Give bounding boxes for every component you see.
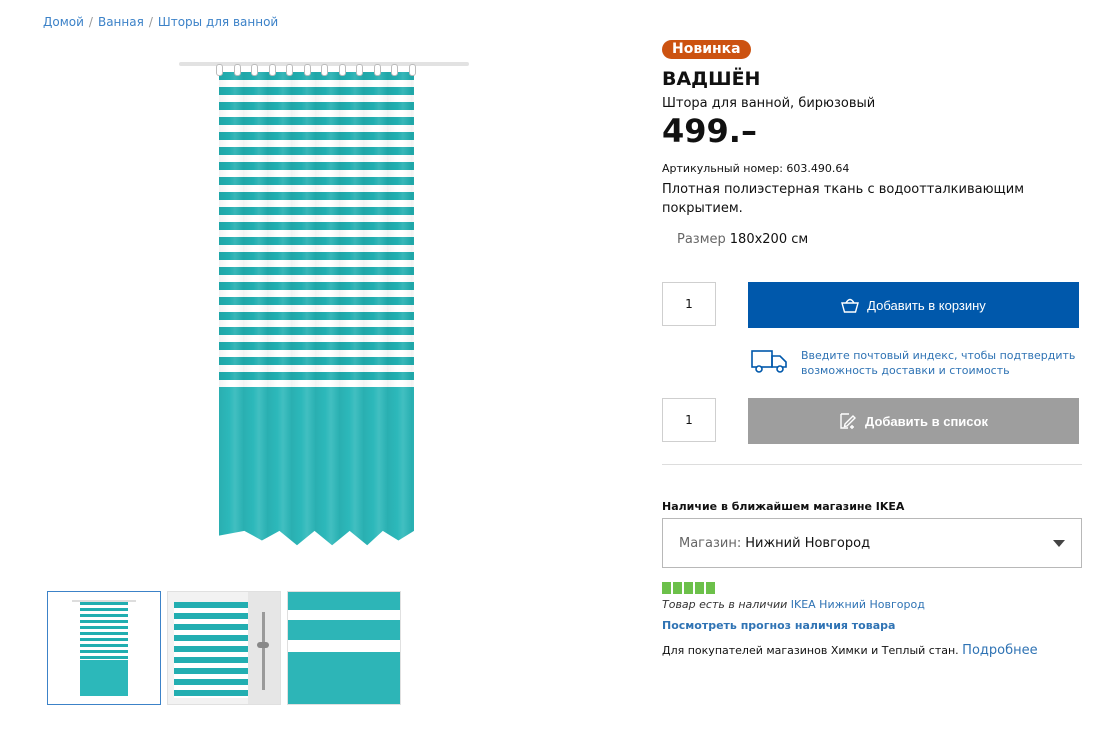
store-select-value: Нижний Новгород <box>745 535 871 551</box>
breadcrumb: Домой / Ванная / Шторы для ванной <box>43 15 278 29</box>
product-size: Размер 180x200 см <box>677 232 808 247</box>
availability-heading: Наличие в ближайшем магазине IKEA <box>662 500 905 513</box>
add-to-cart-label: Добавить в корзину <box>867 297 986 313</box>
breadcrumb-home[interactable]: Домой <box>43 15 84 29</box>
size-value: 180x200 см <box>729 232 809 247</box>
store-select[interactable]: Магазин: Нижний Новгород <box>662 518 1082 568</box>
stock-status: Товар есть в наличии IKEA Нижний Новгоро… <box>662 598 925 611</box>
buyers-note-text: Для покупателей магазинов Химки и Теплый… <box>662 644 959 657</box>
thumbnail-curtain-in-bathroom[interactable] <box>167 591 281 705</box>
product-price: 499.– <box>662 112 757 150</box>
availability-forecast-link[interactable]: Посмотреть прогноз наличия товара <box>662 619 895 632</box>
add-to-cart-button[interactable]: Добавить в корзину <box>748 282 1079 328</box>
curtain-rings <box>216 64 416 76</box>
stock-level-indicator <box>662 582 715 594</box>
thumbnail-fabric-closeup[interactable] <box>287 591 401 705</box>
store-select-label: Магазин: <box>679 535 742 551</box>
curtain-folds <box>219 72 414 546</box>
stock-store-link[interactable]: IKEA Нижний Новгород <box>791 598 925 611</box>
more-info-link[interactable]: Подробнее <box>962 643 1037 658</box>
stock-level-segment <box>673 582 682 594</box>
stock-level-segment <box>706 582 715 594</box>
delivery-text[interactable]: Введите почтовый индекс, чтобы подтверди… <box>801 348 1091 378</box>
edit-list-icon <box>839 412 857 430</box>
size-label: Размер <box>677 232 726 247</box>
new-badge: Новинка <box>662 40 751 59</box>
buyers-note: Для покупателей магазинов Химки и Теплый… <box>662 643 1038 658</box>
stock-level-segment <box>662 582 671 594</box>
thumbnail-curtain-front[interactable] <box>47 591 161 705</box>
cart-quantity-input[interactable]: 1 <box>662 282 716 326</box>
curtain-fabric <box>219 72 414 546</box>
list-quantity-input[interactable]: 1 <box>662 398 716 442</box>
delivery-info[interactable]: Введите почтовый индекс, чтобы подтверди… <box>751 348 1091 378</box>
product-description: Плотная полиэстерная ткань с водоотталки… <box>662 182 1025 216</box>
breadcrumb-bathroom[interactable]: Ванная <box>98 15 144 29</box>
stock-level-segment <box>695 582 704 594</box>
add-to-list-label: Добавить в список <box>865 413 988 429</box>
breadcrumb-separator: / <box>88 15 93 29</box>
product-type: Штора для ванной, бирюзовый <box>662 96 876 111</box>
stock-status-text: Товар есть в наличии <box>662 598 788 611</box>
add-to-list-button[interactable]: Добавить в список <box>748 398 1079 444</box>
breadcrumb-separator: / <box>148 15 153 29</box>
stock-level-segment <box>684 582 693 594</box>
breadcrumb-shower-curtains[interactable]: Шторы для ванной <box>158 15 278 29</box>
product-name: ВАДШЁН <box>662 68 761 90</box>
product-main-image[interactable] <box>170 54 480 546</box>
article-number: Артикульный номер: 603.490.64 <box>662 162 850 175</box>
delivery-truck-icon <box>751 348 789 378</box>
thumbnail-gallery <box>47 591 401 705</box>
shopping-bag-icon <box>841 297 860 313</box>
chevron-down-icon <box>1053 539 1065 547</box>
section-divider <box>662 464 1082 465</box>
